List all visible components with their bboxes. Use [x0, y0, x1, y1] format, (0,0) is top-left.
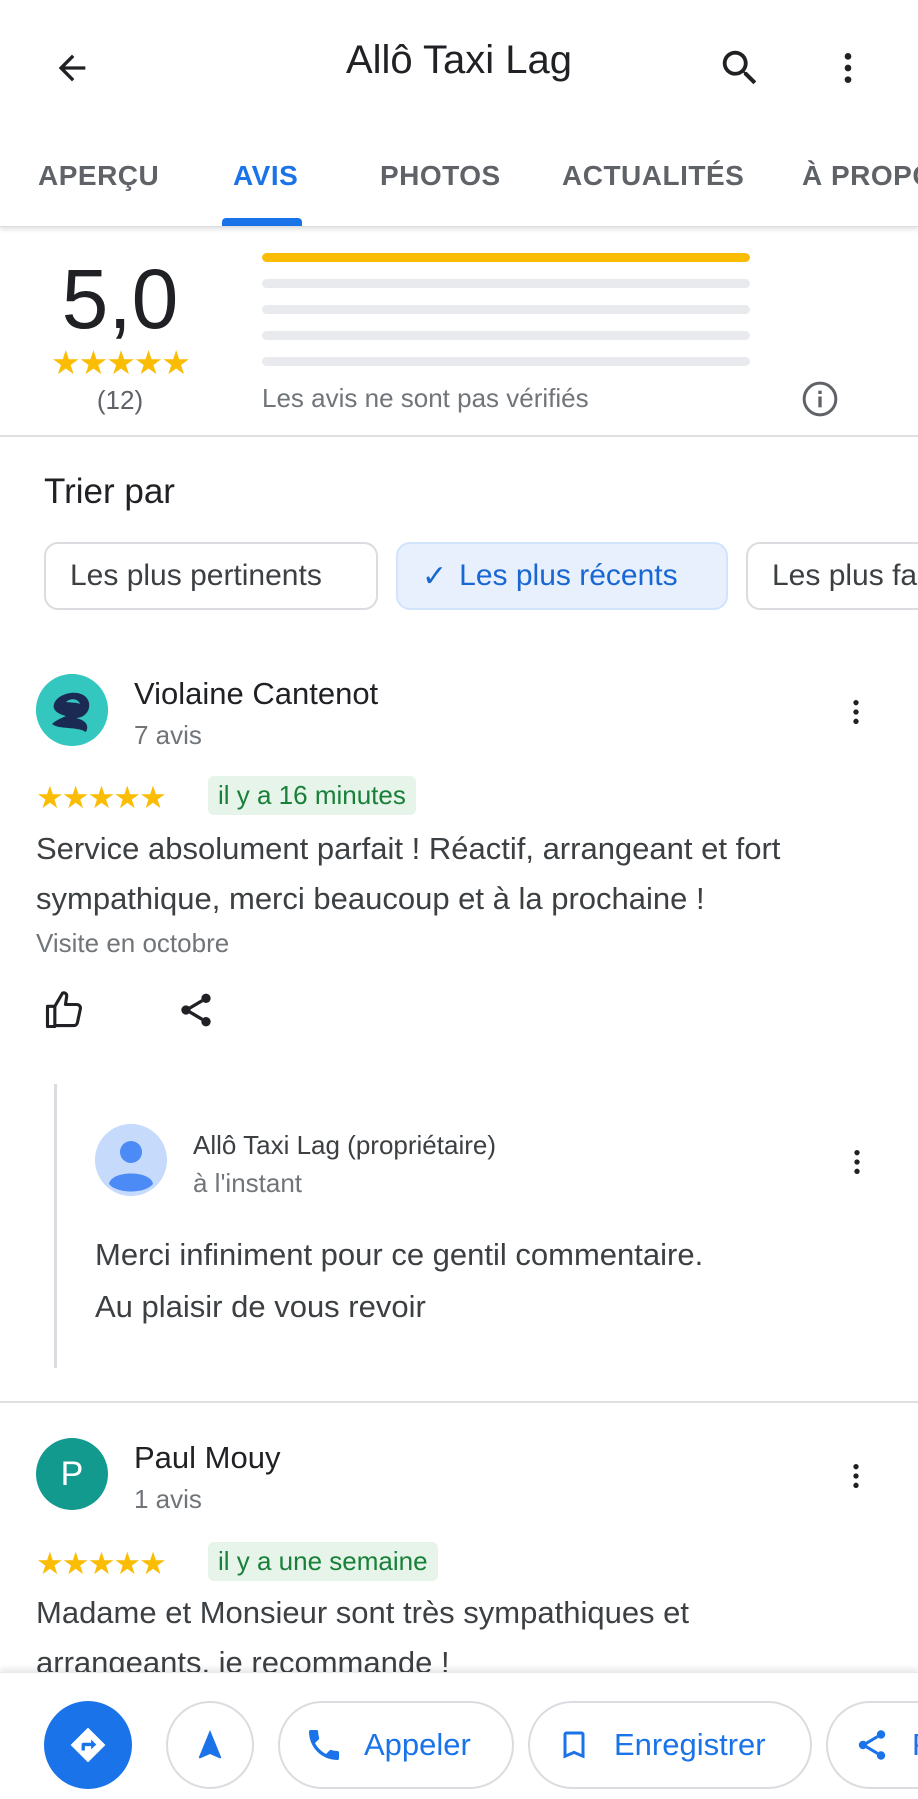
review-stars: ★★★★★ [36, 780, 167, 815]
rating-bar-3 [262, 305, 750, 314]
tab-bar: APERÇU AVIS PHOTOS ACTUALITÉS À PROPC [0, 130, 918, 227]
thumb-up-icon [45, 991, 82, 1029]
directions-icon [70, 1727, 106, 1763]
owner-reply: Allô Taxi Lag (propriétaire) à l'instant… [54, 1084, 897, 1368]
review-text-line: Madame et Monsieur sont très sympathique… [36, 1595, 690, 1630]
review-more-button[interactable] [836, 1446, 876, 1506]
app-bar: Allô Taxi Lag [0, 0, 918, 130]
review-author-count: 1 avis [134, 1484, 202, 1514]
bookmark-icon [554, 1725, 594, 1765]
owner-reply-more-button[interactable] [837, 1132, 877, 1192]
review-card: Violaine Cantenot 7 avis ★★★★★ il y a 16… [0, 660, 918, 1400]
rating-bar-4 [262, 279, 750, 288]
search-icon [722, 50, 757, 85]
rating-distribution [262, 253, 750, 383]
sort-chip-favorable[interactable]: Les plus fa [746, 542, 918, 610]
chip-label: Les plus récents [459, 559, 678, 592]
person-icon [95, 1124, 167, 1196]
check-icon: ✓ [422, 559, 448, 593]
visit-date: Visite en octobre [36, 928, 230, 958]
unverified-note: Les avis ne sont pas vérifiés [262, 383, 589, 413]
rating-bar-1 [262, 357, 750, 366]
average-rating: 5,0 [61, 252, 179, 346]
owner-reply-text-line: Merci infiniment pour ce gentil commenta… [95, 1237, 704, 1272]
review-divider [0, 1401, 918, 1403]
rating-summary: 5,0 ★★★★★ (12) Les avis ne sont pas véri… [0, 227, 918, 437]
page-title: Allô Taxi Lag [345, 38, 573, 82]
tab-actualites[interactable]: ACTUALITÉS [562, 160, 744, 192]
search-button[interactable] [710, 38, 770, 98]
chip-label: Les plus pertinents [70, 559, 322, 592]
info-icon [802, 381, 838, 417]
rating-stars: ★★★★★ [51, 344, 191, 381]
owner-avatar [95, 1124, 167, 1196]
info-button[interactable] [800, 379, 840, 419]
more-vert-icon [854, 1150, 860, 1174]
share-icon [181, 993, 211, 1027]
more-vert-icon [844, 53, 852, 83]
review-text-line: Service absolument parfait ! Réactif, ar… [36, 831, 781, 866]
save-label: Enregistrer [614, 1727, 766, 1762]
save-button[interactable]: Enregistrer [528, 1701, 812, 1789]
rating-bar-2 [262, 331, 750, 340]
tab-apercu[interactable]: APERÇU [38, 160, 159, 192]
call-label: Appeler [364, 1727, 471, 1762]
tab-avis[interactable]: AVIS [233, 160, 298, 192]
review-author[interactable]: Paul Mouy [134, 1440, 280, 1476]
share-label: P [912, 1727, 918, 1763]
review-author[interactable]: Violaine Cantenot [134, 676, 378, 712]
bottom-action-bar: Appeler Enregistrer P [0, 1672, 918, 1799]
share-icon [852, 1725, 892, 1765]
review-stars: ★★★★★ [36, 1546, 167, 1581]
sort-chip-recent[interactable]: ✓ Les plus récents [396, 542, 728, 610]
share-button[interactable]: P [826, 1701, 918, 1789]
owner-reply-time: à l'instant [193, 1168, 303, 1198]
chip-label: Les plus fa [772, 559, 918, 592]
review-time-badge: il y a 16 minutes [208, 776, 416, 815]
rating-bar-fill [262, 253, 750, 262]
owner-reply-name: Allô Taxi Lag (propriétaire) [193, 1130, 496, 1160]
page: Allô Taxi Lag APERÇU AVIS PHOTOS ACTUALI… [0, 0, 918, 1799]
sort-chip-relevant[interactable]: Les plus pertinents [44, 542, 378, 610]
rating-bar-5 [262, 253, 750, 262]
share-review-button[interactable] [172, 986, 220, 1034]
avatar[interactable]: P [36, 1438, 108, 1510]
like-button[interactable] [40, 986, 88, 1034]
review-card: P Paul Mouy 1 avis ★★★★★ il y a une sema… [0, 1424, 918, 1680]
navigation-arrow-icon [198, 1730, 222, 1759]
call-button[interactable]: Appeler [278, 1701, 514, 1789]
arrow-back-icon [58, 54, 86, 82]
review-more-button[interactable] [836, 682, 876, 742]
tab-photos[interactable]: PHOTOS [380, 160, 501, 192]
active-tab-indicator [222, 218, 302, 226]
owner-reply-text-line: Au plaisir de vous revoir [95, 1289, 426, 1324]
directions-button[interactable] [44, 1701, 132, 1789]
back-button[interactable] [44, 40, 100, 96]
more-vert-icon [853, 1464, 859, 1488]
more-vert-icon [853, 700, 859, 724]
phone-icon [304, 1725, 344, 1765]
review-text-line: sympathique, merci beaucoup et à la proc… [36, 881, 705, 916]
review-time-badge: il y a une semaine [208, 1542, 438, 1581]
sort-label: Trier par [44, 472, 175, 511]
start-navigation-button[interactable] [166, 1701, 254, 1789]
tab-a-propos[interactable]: À PROPC [802, 160, 918, 192]
review-author-count: 7 avis [134, 720, 202, 750]
more-options-button[interactable] [820, 38, 876, 98]
avatar-logo-icon [36, 674, 108, 746]
review-count: (12) [96, 385, 144, 415]
avatar[interactable] [36, 674, 108, 746]
